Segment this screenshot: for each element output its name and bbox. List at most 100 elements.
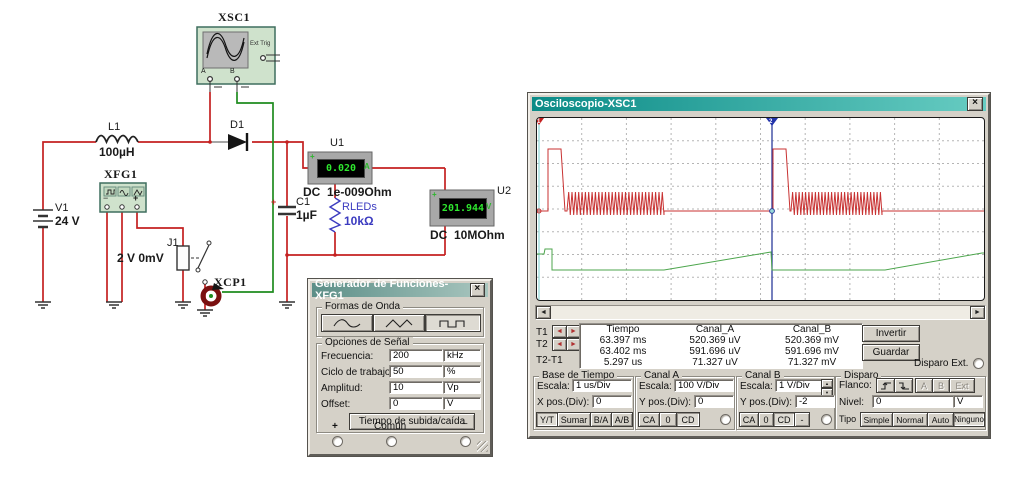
trigger-type-auto-button[interactable]: Auto [927, 412, 954, 427]
inductor-l1[interactable] [96, 136, 138, 143]
falling-edge-icon [898, 381, 910, 391]
trigger-type-ninguno-button[interactable]: Ninguno [953, 412, 985, 427]
switch-j1[interactable] [177, 241, 211, 272]
channel-b-ca-button[interactable]: CA [739, 412, 759, 427]
trigger-type-label: Tipo [839, 414, 856, 424]
trigger-level-label: Nivel: [839, 397, 864, 408]
capacitor-c1[interactable] [278, 207, 296, 214]
channel-b-zero-button[interactable]: 0 [758, 412, 774, 427]
scope-display[interactable]: 1 2 [536, 117, 985, 301]
offset-unit-field[interactable] [443, 397, 481, 410]
channel-a-cd-button[interactable]: CD [676, 412, 700, 427]
offset-label: Offset: [321, 399, 350, 410]
spinner-up-icon[interactable]: ▲ [821, 379, 833, 388]
frequency-input[interactable] [389, 349, 443, 362]
t1-right-arrow-icon: ► [570, 328, 577, 335]
trigger-source-ext-button[interactable]: Ext [949, 378, 975, 393]
scope-titlebar[interactable]: Osciloscopio-XSC1 × [532, 97, 986, 111]
fg-resize-grip[interactable] [477, 441, 488, 452]
battery-v1[interactable] [33, 210, 53, 227]
timebase-mode-sumar-button[interactable]: Sumar [557, 412, 591, 427]
t1-time-value: 63.397 ms [580, 335, 666, 346]
timebase-xpos-label: X pos.(Div): [537, 397, 589, 408]
t2-left-button[interactable]: ◄ [552, 338, 567, 351]
rising-edge-icon [880, 381, 892, 391]
channel-a-ypos-input[interactable] [694, 395, 734, 408]
fg-common-terminal-label: Común [374, 421, 406, 432]
cursor-2-number: 2 [769, 119, 772, 125]
channel-b-group: Canal B Escala: ▲ ▼ Y pos.(Div): CA 0 CD… [736, 376, 835, 430]
fg-plus-terminal[interactable] [332, 436, 343, 447]
save-button[interactable]: Guardar [862, 344, 920, 361]
sine-wave-button[interactable] [321, 314, 373, 332]
channel-a-ca-button[interactable]: CA [638, 412, 660, 427]
readout-header-row: Tiempo Canal_A Canal_B [580, 324, 862, 335]
trigger-source-a-button[interactable]: A [915, 378, 933, 393]
channel-b-minus-button[interactable]: - [794, 412, 810, 427]
timebase-scale-input[interactable] [572, 379, 632, 392]
amplitude-input[interactable] [389, 381, 443, 394]
fg-common-terminal[interactable] [386, 436, 397, 447]
timebase-mode-yt-button[interactable]: Y/T [536, 412, 558, 427]
timebase-mode-ba-button[interactable]: B/A [590, 412, 612, 427]
xfg-minus-mark: − [103, 193, 108, 203]
offset-input[interactable] [389, 397, 443, 410]
fg-waveform-legend: Formas de Onda [322, 301, 403, 312]
trigger-level-unit-field[interactable] [953, 395, 983, 408]
u1-plus-mark: + [310, 152, 315, 161]
diode-d1[interactable] [228, 133, 247, 151]
channel-a-ypos-label: Y pos.(Div): [639, 397, 691, 408]
t2-label: T2 [536, 339, 548, 350]
function-generator-window[interactable]: Generador de Funciones-XFG1 × Formas de … [308, 279, 492, 456]
trigger-level-input[interactable] [872, 395, 956, 408]
amplitude-unit-field[interactable] [443, 381, 481, 394]
timebase-mode-ab-button[interactable]: A/B [611, 412, 633, 427]
fg-close-button[interactable]: × [470, 283, 485, 297]
t2-t1-time-value: 5.297 us [580, 357, 666, 368]
scroll-left-arrow[interactable]: ◄ [536, 306, 551, 319]
falling-edge-button[interactable] [894, 378, 913, 393]
timebase-xpos-input[interactable] [592, 395, 632, 408]
oscilloscope-window[interactable]: Osciloscopio-XSC1 × 1 2 ◄ ► T1 ◄ ► T2 ◄ … [528, 93, 990, 438]
invert-button[interactable]: Invertir [862, 325, 920, 342]
square-wave-button[interactable] [425, 314, 481, 332]
frequency-unit-field[interactable] [443, 349, 481, 362]
u2-caption-label: DC 10MOhm [430, 228, 505, 242]
readout-col-canal-a: Canal_A [666, 324, 764, 335]
t1-canal-a-value: 520.369 uV [666, 335, 764, 346]
channel-a-radio[interactable] [720, 414, 731, 425]
channel-a-zero-button[interactable]: 0 [659, 412, 677, 427]
fg-minus-terminal[interactable] [460, 436, 471, 447]
scope-scrollbar[interactable]: ◄ ► [535, 305, 986, 320]
readout-col-canal-b: Canal_B [764, 324, 860, 335]
trigger-type-normal-button[interactable]: Normal [892, 412, 928, 427]
channel-b-scale-input[interactable] [775, 379, 825, 392]
l1-value-label: 100µH [99, 145, 135, 159]
t1-left-button[interactable]: ◄ [552, 325, 567, 338]
trigger-source-b-button[interactable]: B [932, 378, 950, 393]
ext-trigger-radio[interactable] [973, 358, 984, 369]
trigger-type-simple-button[interactable]: Simple [860, 412, 893, 427]
u1-unit-mark: A [364, 162, 370, 171]
triangle-wave-icon [384, 317, 414, 329]
duty-cycle-input[interactable] [389, 365, 443, 378]
channel-b-radio[interactable] [821, 414, 832, 425]
channel-b-cd-button[interactable]: CD [773, 412, 795, 427]
channel-a-scale-input[interactable] [674, 379, 734, 392]
triangle-wave-button[interactable] [373, 314, 425, 332]
fg-titlebar[interactable]: Generador de Funciones-XFG1 × [312, 283, 488, 297]
duty-cycle-unit-field[interactable] [443, 365, 481, 378]
scroll-right-arrow[interactable]: ► [970, 306, 985, 319]
u1-caption-label: DC 1e-009Ohm [303, 185, 392, 199]
t2-t1-canal-b-value: 71.327 mV [764, 357, 860, 368]
readout-col-time: Tiempo [580, 324, 666, 335]
channel-b-ypos-input[interactable] [795, 395, 835, 408]
scope-close-button[interactable]: × [967, 97, 983, 111]
rise-fall-time-button[interactable]: Tiempo de subida/caída [349, 413, 475, 430]
t2-time-value: 63.402 ms [580, 346, 666, 357]
rising-edge-button[interactable] [876, 378, 895, 393]
u2-meter-display: 201.944 [439, 198, 487, 219]
resistor-rleds[interactable] [330, 198, 340, 232]
oscilloscope-icon-xsc1[interactable] [197, 27, 280, 92]
channel-b-ypos-label: Y pos.(Div): [740, 397, 792, 408]
